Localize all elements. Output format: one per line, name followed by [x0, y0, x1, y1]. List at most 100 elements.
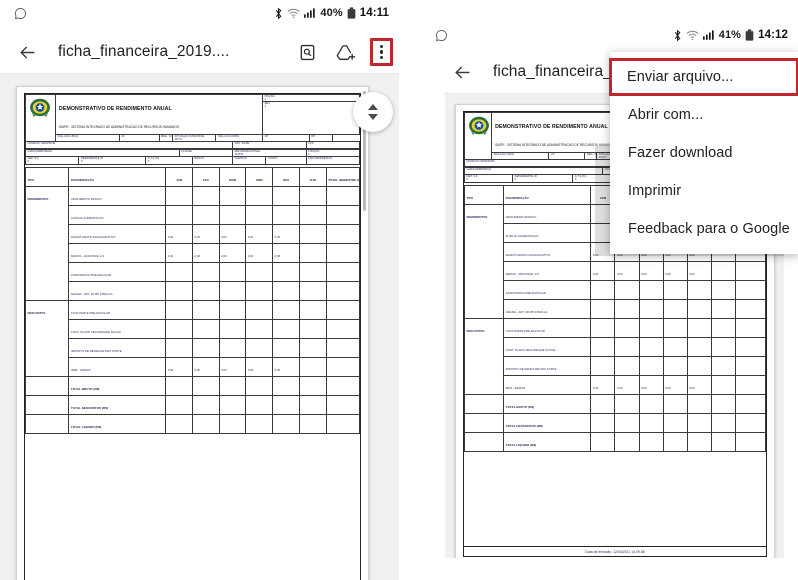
field-agencia-label: AGÊNCIA: [234, 157, 247, 161]
table-cell-value: [245, 413, 274, 434]
overflow-menu-button[interactable]: [369, 37, 393, 67]
back-button[interactable]: [445, 55, 479, 89]
left-status-icons: 40% 14:11: [274, 7, 389, 20]
document-header-table: DEMONSTRATIVO DE RENDIMENTO ANUAL SIAPE …: [24, 93, 360, 143]
field-cargo-emprego-label: CARGO/EMPREGO: [27, 149, 53, 153]
table-cell-value: [686, 279, 712, 300]
field-ano-referencia-label: ANO REFERÊNCIA: [308, 157, 333, 161]
table-cell-value: [638, 431, 664, 452]
table-cell-value: [165, 413, 193, 434]
table-cell-empty: [463, 393, 505, 414]
value-text: [328, 406, 330, 410]
menu-item-1[interactable]: Abrir com...: [610, 96, 798, 134]
table-cell-discriminacao: GDAMA - ART. 18 MP 2150/4 A1: [503, 298, 592, 319]
table-cell-value: [325, 261, 361, 282]
menu-item-4[interactable]: Feedback para o Google: [610, 210, 798, 248]
value-text: [275, 197, 277, 201]
discriminacao-text: IRRF - FERIAS: [70, 367, 91, 372]
menu-item-3[interactable]: Imprimir: [610, 172, 798, 210]
document-footer: Ministério da Economia SERPRO: [463, 557, 767, 558]
total-label-cell: TOTAL LIQUIDO (R$): [503, 431, 592, 452]
value-text: [328, 273, 330, 277]
table-cell-value: 0,00: [272, 223, 300, 244]
value-text: 0,00: [274, 234, 281, 239]
table-cell-value: [325, 204, 361, 225]
table-cell-value: [325, 280, 361, 301]
battery-icon: [745, 29, 754, 41]
table-cell-value: [272, 185, 300, 206]
earnings-deductions-table: TIPO DISCRIMINAÇÃO JAN FEV MAR ABR MAI JUN TOTAL…: [24, 166, 361, 434]
table-cell-value: [638, 355, 664, 376]
table-cell-empty: [24, 394, 70, 415]
discriminacao-text: FERIAS - ADICIONAL 1/3: [70, 253, 104, 258]
table-cell-discriminacao: CONT. PLANO SEGURIDADE SOCIAL: [503, 336, 592, 357]
table-cell-value: [325, 394, 361, 415]
value-text: [301, 349, 303, 353]
whatsapp-icon: [435, 29, 448, 42]
value-text: 0,00: [592, 271, 599, 276]
bluetooth-icon: [274, 7, 283, 20]
table-cell-empty: [463, 431, 505, 452]
value-text: [168, 311, 170, 315]
value-text: [328, 425, 330, 429]
add-to-drive-button[interactable]: [332, 38, 360, 66]
wifi-icon: [686, 30, 699, 41]
table-row: DESCONTOS COTA PARTE PRE-ESCOLAR: [463, 317, 767, 395]
table-cell-discriminacao: IMPOSTO DE RENDA RETIDO FONTE: [68, 337, 167, 358]
back-button[interactable]: [10, 35, 44, 69]
value-text: [689, 443, 691, 447]
value-text: [593, 348, 595, 352]
search-document-icon: [298, 43, 317, 62]
value-text: 0,00: [689, 271, 695, 276]
table-cell-value: [662, 355, 688, 376]
table-cell-value: [272, 375, 300, 396]
group-label-text: DESCONTOS: [27, 310, 46, 315]
table-cell-discriminacao: FERIAS - ADICIONAL 1/3: [68, 242, 167, 263]
table-row: IRRF - FERIAS 0,00 0,00 0,00 0,00 0,00: [26, 356, 361, 377]
value-text: 0,00: [247, 234, 254, 239]
value-text: 0,00: [247, 367, 254, 372]
table-column-header: JAN: [165, 166, 193, 187]
column-header-label: DISCRIMINAÇÃO: [70, 177, 95, 182]
table-cell-value: 0,00: [686, 374, 712, 395]
table-cell-value: [734, 260, 767, 281]
field-classe-label: CLASSE: [181, 149, 192, 153]
table-cell-value: [638, 393, 664, 414]
menu-item-2[interactable]: Fazer download: [610, 134, 798, 172]
discriminacao-text: AUXILIO-ALIMENTACAO: [505, 233, 539, 238]
table-cell-value: [686, 317, 712, 338]
value-text: [665, 310, 667, 314]
value-text: [248, 292, 250, 296]
total-label-text: TOTAL LIQUIDO (R$): [70, 424, 102, 429]
value-text: [593, 424, 595, 428]
value-text: [737, 291, 739, 295]
value-text: [617, 405, 619, 409]
search-document-button[interactable]: [294, 38, 322, 66]
table-cell-value: 0,00: [218, 356, 247, 377]
menu-item-0[interactable]: Enviar arquivo...: [609, 58, 798, 96]
value-text: [301, 387, 303, 391]
table-row: DESCONTOS COTA PARTE PRE-ESCOLAR: [24, 299, 361, 377]
total-label-cell: TOTAL DESCONTOS (R$): [68, 394, 167, 415]
table-cell-value: [245, 394, 274, 415]
table-cell-value: [590, 431, 616, 452]
table-cell-value: [710, 412, 736, 433]
scroll-handle[interactable]: [353, 92, 393, 132]
left-pdf-viewer[interactable]: DEMONSTRATIVO DE RENDIMENTO ANUAL SIAPE …: [0, 74, 399, 580]
table-cell-value: [218, 318, 247, 339]
right-status-icons: 41% 14:12: [673, 29, 788, 42]
value-text: [713, 443, 715, 447]
field-dependente-ir-value: 0: [514, 178, 517, 182]
table-cell-value: 0,00: [218, 223, 247, 244]
table-cell-value: [710, 393, 736, 414]
table-cell-value: [272, 261, 300, 282]
value-text: [593, 405, 595, 409]
scroll-up-icon: [368, 104, 378, 110]
discriminacao-text: CONT. PLANO SEGURIDADE SOCIAL: [70, 329, 122, 334]
table-cell-value: [614, 393, 640, 414]
table-group-label: DESCONTOS: [463, 317, 505, 395]
value-text: [248, 387, 250, 391]
table-cell-value: [191, 299, 220, 320]
value-text: [275, 292, 277, 296]
table-column-header: DISCRIMINAÇÃO: [503, 184, 592, 205]
